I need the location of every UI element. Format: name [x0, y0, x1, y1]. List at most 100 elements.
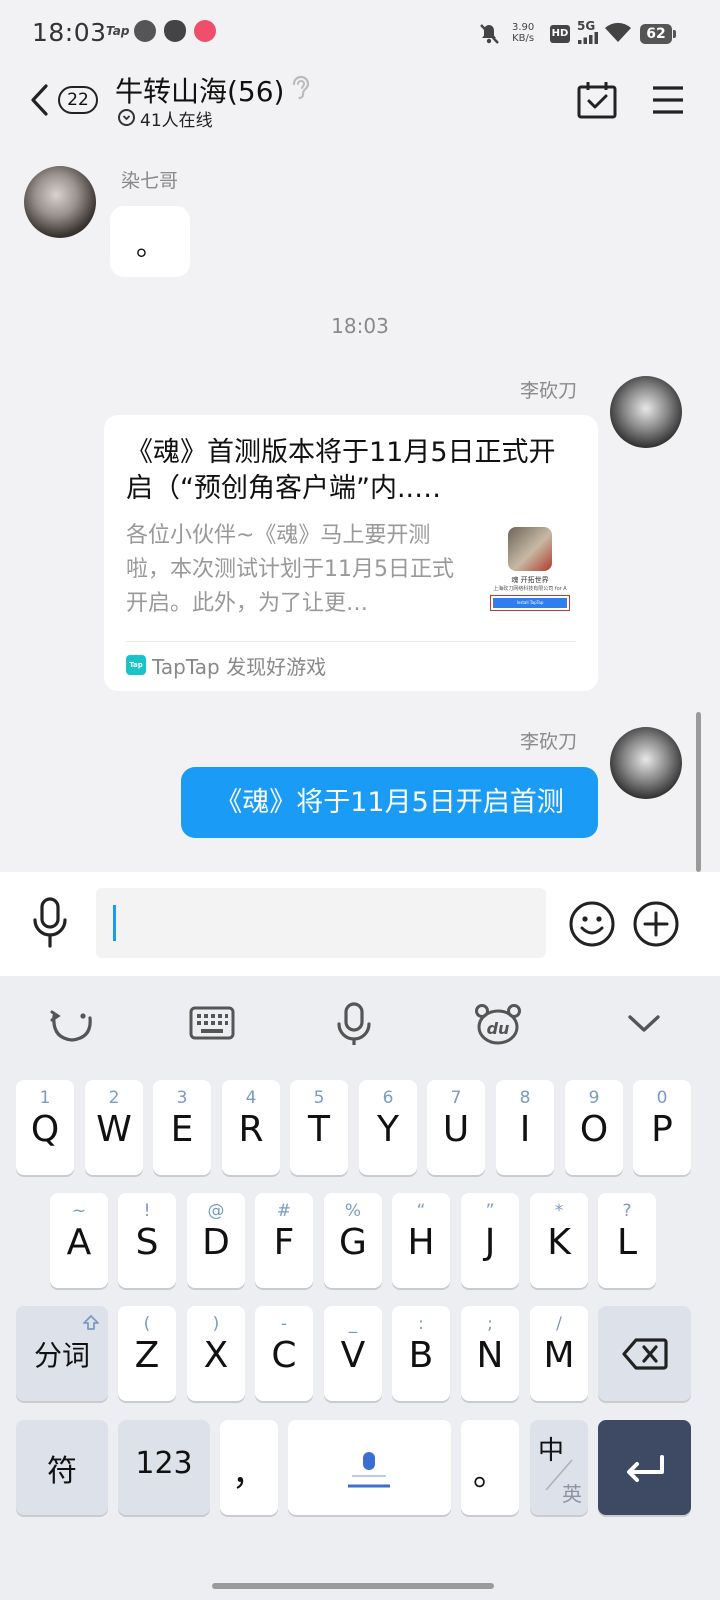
key-x[interactable]: ) X [187, 1306, 245, 1401]
key-t[interactable]: 5T [290, 1080, 348, 1175]
key-u[interactable]: 7U [427, 1080, 485, 1175]
enter-key[interactable] [598, 1420, 691, 1515]
key-hint: @ [207, 1201, 225, 1221]
key-label: O [579, 1109, 609, 1150]
key-b[interactable]: :B [392, 1306, 450, 1401]
key-j[interactable]: ” J [461, 1193, 519, 1288]
message-bubble[interactable]: 。 [110, 206, 190, 277]
symbol-label: 符 [47, 1454, 77, 1489]
key-c[interactable]: -C [255, 1306, 313, 1401]
chevron-down-icon [122, 115, 131, 121]
key-f[interactable]: # F [255, 1193, 313, 1288]
key-hint: _ [348, 1314, 358, 1334]
message-bubble-self[interactable]: 《魂》将于11月5日开启首测 [181, 767, 598, 838]
game-logo-icon [508, 527, 552, 571]
key-label: N [476, 1335, 504, 1376]
chat-title[interactable]: 牛转山海(56) [115, 70, 284, 110]
chat-scrollbar[interactable] [696, 712, 701, 872]
avatar-ranqige[interactable] [24, 166, 96, 238]
menu-button[interactable] [650, 84, 686, 116]
message-sender: 李砍刀 [520, 731, 578, 753]
key-label: H [407, 1222, 435, 1263]
key-hint: * [554, 1201, 564, 1221]
key-label: T [308, 1109, 330, 1150]
shift-label: 分词 [33, 1339, 90, 1372]
enter-icon [627, 1455, 664, 1482]
period-key[interactable]: 。 [461, 1420, 519, 1515]
message-sender: 李砍刀 [520, 380, 578, 402]
key-label: K [547, 1222, 571, 1263]
key-label: G [339, 1222, 367, 1263]
avatar-likandao[interactable] [610, 727, 682, 799]
key-label: Q [30, 1109, 60, 1150]
key-a[interactable]: ~ A [50, 1193, 108, 1288]
chevron-down-circle-icon[interactable] [118, 109, 135, 126]
key-hint: 4 [245, 1088, 257, 1108]
key-i[interactable]: 8I [496, 1080, 554, 1175]
key-hint: 6 [382, 1088, 394, 1108]
key-e[interactable]: 3E [153, 1080, 211, 1175]
message-input[interactable] [96, 888, 546, 958]
key-k[interactable]: * K [530, 1193, 588, 1288]
key-label: Y [377, 1109, 399, 1150]
space-key[interactable] [288, 1420, 451, 1515]
du-bear-icon[interactable]: du [474, 1002, 522, 1046]
keyboard-emoji-icon[interactable] [48, 1002, 96, 1046]
voice-input-button[interactable] [28, 896, 72, 950]
svg-text:du: du [487, 1019, 510, 1038]
key-hint: 8 [519, 1088, 531, 1108]
key-s[interactable]: ! S [118, 1193, 176, 1288]
key-m[interactable]: / M [530, 1306, 588, 1401]
key-v[interactable]: _ V [324, 1306, 382, 1401]
text-cursor [113, 905, 116, 941]
keyboard-layout-icon[interactable] [188, 1002, 236, 1046]
collapse-keyboard-icon[interactable] [620, 1002, 668, 1046]
key-label: B [408, 1335, 434, 1376]
back-button[interactable] [24, 78, 58, 122]
key-label: W [96, 1109, 132, 1150]
link-card[interactable]: 《魂》首测版本将于11月5日正式开启（“预创角客户端”内..… 各位小伙伴~《魂… [104, 415, 598, 691]
key-h[interactable]: “H [392, 1193, 450, 1288]
online-count[interactable]: 41人在线 [140, 106, 213, 131]
key-d[interactable]: @ D [187, 1193, 245, 1288]
key-label: C [271, 1335, 297, 1376]
comma-label: ， [232, 1454, 266, 1494]
calendar-check-button[interactable] [576, 80, 618, 120]
key-l[interactable]: ? L [598, 1193, 656, 1288]
status-time: 18:03 [32, 18, 107, 47]
key-hint: ) [212, 1314, 220, 1334]
key-o[interactable]: 9O [565, 1080, 623, 1175]
key-n[interactable]: ; N [461, 1306, 519, 1401]
home-indicator[interactable] [212, 1583, 494, 1589]
key-q[interactable]: 1Q [16, 1080, 74, 1175]
key-hint: : [418, 1314, 424, 1334]
plus-button[interactable] [632, 900, 680, 948]
key-label: L [616, 1222, 638, 1263]
avatar-likandao[interactable] [610, 376, 682, 448]
key-y[interactable]: 6Y [359, 1080, 417, 1175]
language-switch-key[interactable]: 中 英 [530, 1420, 588, 1515]
cat-notification-icon [164, 20, 186, 42]
message-timestamp: 18:03 [331, 314, 389, 338]
key-hint: % [344, 1201, 362, 1221]
key-hint: 9 [588, 1088, 600, 1108]
key-label: U [442, 1109, 470, 1150]
number-key[interactable]: 123 [118, 1420, 210, 1515]
symbol-key[interactable]: 符 [16, 1420, 108, 1515]
emoji-button[interactable] [568, 900, 616, 948]
key-z[interactable]: (Z [118, 1306, 176, 1401]
key-w[interactable]: 2W [85, 1080, 143, 1175]
number-label: 123 [135, 1446, 193, 1481]
key-r[interactable]: 4R [222, 1080, 280, 1175]
keyboard-voice-icon[interactable] [330, 1002, 378, 1046]
unread-count-badge[interactable]: 22 [58, 86, 98, 114]
shift-segment-key[interactable]: 分词 [16, 1306, 108, 1401]
key-p[interactable]: 0P [633, 1080, 691, 1175]
comma-key[interactable]: ， [220, 1420, 278, 1515]
key-g[interactable]: % G [324, 1193, 382, 1288]
backspace-key[interactable] [598, 1306, 691, 1401]
wifi-icon [605, 22, 631, 42]
key-label: S [135, 1222, 159, 1263]
ear-icon[interactable] [286, 74, 314, 102]
key-label: P [651, 1109, 673, 1150]
